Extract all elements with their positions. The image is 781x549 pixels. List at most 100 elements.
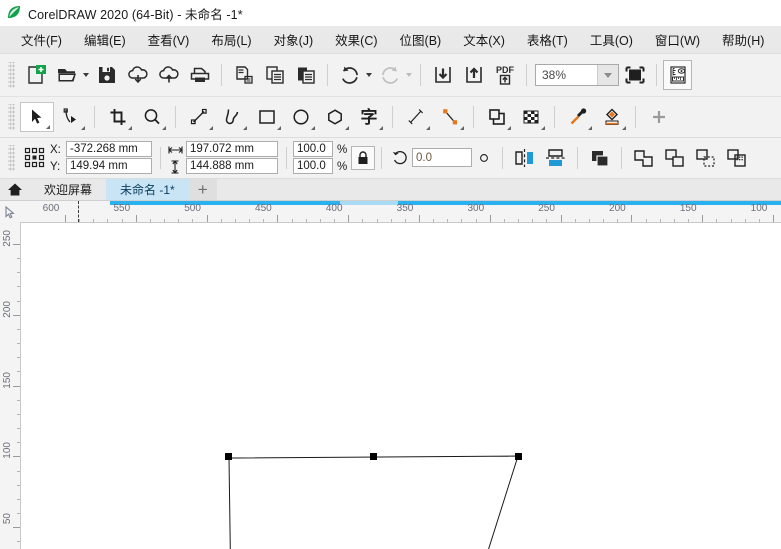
- redo-dropdown-caret-icon[interactable]: [406, 73, 412, 77]
- scale-horizontal-input[interactable]: 100.0: [293, 141, 333, 157]
- eyedropper-tool-flyout-icon[interactable]: [588, 126, 592, 130]
- pick-tool-icon[interactable]: [20, 102, 54, 132]
- outline-width-icon[interactable]: [584, 143, 615, 173]
- menu-file[interactable]: 文件(F): [10, 28, 73, 51]
- crop-tool-flyout-icon[interactable]: [128, 126, 132, 130]
- fullscreen-preview-icon[interactable]: [619, 60, 650, 90]
- menu-object[interactable]: 对象(J): [263, 28, 325, 51]
- zoom-tool-icon[interactable]: [135, 102, 169, 132]
- ruler-tick-major: [13, 456, 20, 457]
- shape-tool-flyout-icon[interactable]: [81, 126, 85, 130]
- freehand-tool-icon[interactable]: [182, 102, 216, 132]
- property-bar-grip[interactable]: [8, 145, 15, 171]
- fill-tool-flyout-icon[interactable]: [622, 126, 626, 130]
- transparency-tool-flyout-icon[interactable]: [541, 126, 545, 130]
- polygon-tool-flyout-icon[interactable]: [345, 126, 349, 130]
- bezier-tool-flyout-icon[interactable]: [243, 126, 247, 130]
- paste-icon[interactable]: [290, 60, 321, 90]
- connector-tool-flyout-icon[interactable]: [460, 126, 464, 130]
- undo-dropdown-caret-icon[interactable]: [366, 73, 372, 77]
- add-tool-plus-icon[interactable]: [642, 102, 676, 132]
- rotation-angle-input[interactable]: 0.0: [412, 148, 472, 167]
- add-page-button[interactable]: +: [189, 179, 217, 200]
- mirror-vertical-icon[interactable]: [540, 143, 571, 173]
- undo-icon[interactable]: [334, 60, 365, 90]
- width-input[interactable]: 197.072 mm: [186, 141, 278, 157]
- tab-untitled-1[interactable]: 未命名 -1*: [106, 179, 189, 200]
- selected-polygon[interactable]: [229, 456, 518, 549]
- scale-vertical-input[interactable]: 100.0: [293, 158, 333, 174]
- menu-effects[interactable]: 效果(C): [324, 28, 388, 51]
- polygon-tool-icon[interactable]: [318, 102, 352, 132]
- interactive-fill-tool-icon[interactable]: [595, 102, 629, 132]
- export-arrow-up-icon[interactable]: [458, 60, 489, 90]
- intersect-icon[interactable]: [690, 143, 721, 173]
- weld-icon[interactable]: [628, 143, 659, 173]
- height-input[interactable]: 144.888 mm: [186, 158, 278, 174]
- import-cloud-icon[interactable]: [122, 60, 153, 90]
- zoom-tool-flyout-icon[interactable]: [162, 126, 166, 130]
- freehand-tool-flyout-icon[interactable]: [209, 126, 213, 130]
- vertical-ruler[interactable]: 25020015010050: [0, 222, 21, 549]
- open-dropdown-caret-icon[interactable]: [83, 73, 89, 77]
- text-tool-flyout-icon[interactable]: [379, 126, 383, 130]
- zoom-dropdown-arrow-icon[interactable]: [597, 65, 618, 85]
- lock-ratio-icon[interactable]: [351, 146, 375, 170]
- open-document-icon[interactable]: [51, 60, 82, 90]
- ruler-origin-icon[interactable]: [0, 201, 20, 222]
- rectangle-tool-icon[interactable]: [250, 102, 284, 132]
- connector-tool-icon[interactable]: [433, 102, 467, 132]
- dimension-tool-flyout-icon[interactable]: [426, 126, 430, 130]
- toolbar-grip[interactable]: [8, 62, 15, 88]
- horizontal-ruler[interactable]: 600550500450400350300250200150100: [0, 201, 781, 223]
- transparency-tool-icon[interactable]: [514, 102, 548, 132]
- drop-shadow-tool-icon[interactable]: [480, 102, 514, 132]
- options-ruler-icon[interactable]: [663, 60, 692, 90]
- print-icon[interactable]: [184, 60, 215, 90]
- copy-icon[interactable]: [259, 60, 290, 90]
- new-document-icon[interactable]: [20, 60, 51, 90]
- menu-table[interactable]: 表格(T): [516, 28, 579, 51]
- ellipse-tool-icon[interactable]: [284, 102, 318, 132]
- y-position-input[interactable]: 149.94 mm: [66, 158, 152, 174]
- drawing-canvas[interactable]: ✕: [21, 223, 781, 549]
- menu-edit[interactable]: 编辑(E): [73, 28, 137, 51]
- menu-help[interactable]: 帮助(H): [711, 28, 775, 51]
- save-icon[interactable]: [91, 60, 122, 90]
- cut-icon[interactable]: [228, 60, 259, 90]
- menu-bitmaps[interactable]: 位图(B): [389, 28, 453, 51]
- handle-top-right[interactable]: [515, 453, 522, 460]
- rotate-angle-icon[interactable]: [388, 149, 412, 167]
- object-origin-grid-icon[interactable]: [20, 146, 50, 170]
- color-eyedropper-tool-icon[interactable]: [561, 102, 595, 132]
- pick-tool-flyout-icon[interactable]: [46, 125, 50, 129]
- tab-welcome-screen[interactable]: 欢迎屏幕: [30, 179, 106, 200]
- menu-view[interactable]: 查看(V): [137, 28, 201, 51]
- trim-icon[interactable]: [659, 143, 690, 173]
- x-position-input[interactable]: -372.268 mm: [66, 141, 152, 157]
- export-cloud-icon[interactable]: [153, 60, 184, 90]
- menu-tools[interactable]: 工具(O): [579, 28, 644, 51]
- simplify-icon[interactable]: [721, 143, 752, 173]
- zoom-level-combobox[interactable]: 38%: [535, 64, 619, 86]
- handle-top-left[interactable]: [225, 453, 232, 460]
- bezier-curve-tool-icon[interactable]: [216, 102, 250, 132]
- ellipse-tool-flyout-icon[interactable]: [311, 126, 315, 130]
- menu-window[interactable]: 窗口(W): [644, 28, 711, 51]
- parallel-dimension-tool-icon[interactable]: [399, 102, 433, 132]
- redo-icon[interactable]: [374, 60, 405, 90]
- zoom-level-value[interactable]: 38%: [536, 68, 597, 82]
- shape-tool-icon[interactable]: [54, 102, 88, 132]
- text-tool-icon[interactable]: 字: [352, 102, 386, 132]
- shadow-tool-flyout-icon[interactable]: [507, 126, 511, 130]
- rectangle-tool-flyout-icon[interactable]: [277, 126, 281, 130]
- menu-layout[interactable]: 布局(L): [200, 28, 262, 51]
- mirror-horizontal-icon[interactable]: [509, 143, 540, 173]
- menu-text[interactable]: 文本(X): [452, 28, 516, 51]
- toolbox-grip[interactable]: [8, 104, 15, 130]
- import-arrow-down-icon[interactable]: [427, 60, 458, 90]
- crop-tool-icon[interactable]: [101, 102, 135, 132]
- home-icon[interactable]: [0, 179, 30, 200]
- handle-top-center[interactable]: [370, 453, 377, 460]
- publish-pdf-icon[interactable]: PDF: [489, 60, 520, 90]
